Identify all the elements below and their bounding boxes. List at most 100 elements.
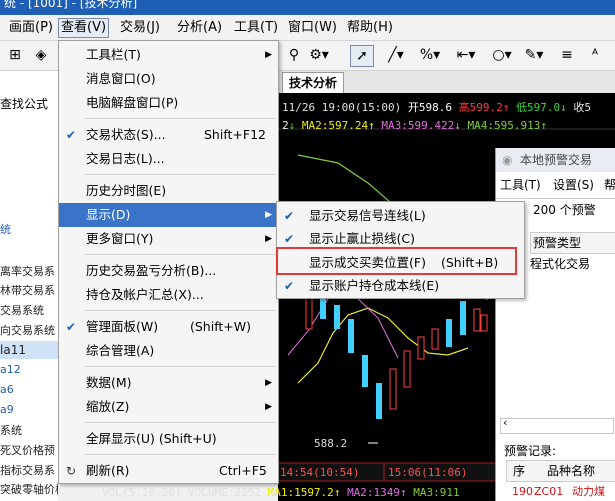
app-icon: ◉	[502, 153, 513, 167]
menu-trade[interactable]: 交易(J)	[118, 19, 162, 37]
menu-item-refresh[interactable]: ↻ 刷新(R) Ctrl+F5	[59, 459, 278, 483]
list-item[interactable]: 死叉价格预	[0, 442, 58, 458]
col-alert-type[interactable]: 预警类型	[533, 233, 581, 253]
layout-icon[interactable]: ⊞	[4, 45, 26, 65]
col-name[interactable]: 品种名称	[547, 461, 595, 481]
menu-tools[interactable]: 工具(T)	[232, 19, 280, 37]
check-icon: ✔	[284, 279, 295, 293]
table-row[interactable]: 程式化交易	[530, 255, 590, 273]
fib-icon[interactable]: ≡	[556, 45, 578, 65]
table-row[interactable]: 190 ZC01 动力煤	[506, 483, 615, 501]
abc-icon[interactable]: ᴬ	[584, 45, 606, 65]
candle	[334, 305, 340, 329]
col-seq[interactable]: 序	[513, 461, 525, 481]
volume-value: VOL(5,10,20) VOLUME:2252	[102, 486, 261, 499]
alert-window-title: 本地预警交易	[520, 153, 593, 167]
cursor-icon[interactable]: ➚	[350, 45, 374, 67]
candle	[403, 350, 411, 388]
line-draw-icon[interactable]: ╱▾	[382, 45, 410, 65]
menu-screen[interactable]: 画面(P)	[7, 19, 55, 37]
list-item[interactable]: a9	[0, 403, 58, 416]
menu-item-history-chart[interactable]: 历史分时图(E)	[59, 179, 278, 203]
menu-item-position-summary[interactable]: 持仓及帐户汇总(X)...	[59, 283, 278, 307]
menu-item-analysis-window[interactable]: 电脑解盘窗口(P)	[59, 91, 278, 115]
list-item[interactable]: 向交易系统	[0, 322, 58, 338]
bar-date: 11/26 19:00(15:00)	[282, 101, 402, 114]
menu-item-pnl-analysis[interactable]: 历史交易盈亏分析(B)...	[59, 259, 278, 283]
menu-item-data[interactable]: 数据(M) ▶	[59, 371, 278, 395]
ma3-value: MA3:599.422	[381, 119, 455, 132]
menu-item-fullscreen[interactable]: 全屏显示(U) (Shift+U)	[59, 427, 278, 451]
alert-records-label: 预警记录:	[504, 444, 557, 458]
check-icon: ✔	[66, 320, 77, 334]
list-item[interactable]: 林带交易系	[0, 282, 58, 298]
gear-icon[interactable]: ⚙▾	[306, 45, 332, 65]
menu-item-trade-log[interactable]: 交易日志(L)...	[59, 147, 278, 171]
shape-icon[interactable]: ○▾	[488, 45, 516, 65]
record-seq: 190	[512, 485, 533, 498]
menu-window[interactable]: 窗口(W)	[286, 19, 339, 37]
pen-icon[interactable]: ✎▾	[520, 45, 548, 65]
menu-item-trade-status[interactable]: ✔ 交易状态(S)... Shift+F12	[59, 123, 278, 147]
candle	[480, 314, 488, 332]
menu-item-display[interactable]: 显示(D) ▶	[59, 203, 278, 227]
ma-prefix: 2	[282, 119, 289, 132]
alert-window-titlebar[interactable]: ◉ 本地预警交易	[496, 148, 615, 172]
list-item[interactable]: 指标交易系	[0, 462, 58, 478]
percent-icon[interactable]: %▾	[416, 45, 444, 65]
menu-item-zoom[interactable]: 缩放(Z) ▶	[59, 395, 278, 419]
record-code: ZC01	[534, 485, 564, 498]
alert-menu-help[interactable]: 帮	[604, 176, 615, 194]
measure-icon[interactable]: ⇤▾	[452, 45, 480, 65]
vol-ma1: MA1:1597.2	[267, 486, 334, 499]
zoom-icon[interactable]: ⚲	[284, 45, 304, 65]
menu-bar: 画面(P) 查看(V) 交易(J) 分析(A) 工具(T) 窗口(W) 帮助(H…	[0, 15, 615, 41]
record-name: 动力煤	[572, 485, 605, 498]
list-item[interactable]: 统	[0, 221, 58, 237]
menu-item-toolbar[interactable]: 工具栏(T) ▶	[59, 43, 278, 67]
list-item[interactable]: 突破零轴价格	[0, 481, 58, 497]
vol-ma3: MA3:911	[413, 486, 460, 499]
open-value: 开598.6	[407, 101, 452, 114]
window-title: 统 - [1001] - [技术分析]	[4, 0, 138, 10]
menu-item-cost-line[interactable]: ✔ 显示账户持仓成本线(E)	[277, 274, 524, 298]
alert-scrollbar[interactable]: ‹	[500, 416, 614, 434]
find-formula-label[interactable]: 查找公式	[0, 94, 48, 114]
candle	[431, 328, 439, 350]
menu-item-more-windows[interactable]: 更多窗口(Y) ▶	[59, 227, 278, 251]
alert-menu-settings[interactable]: 设置(S)	[553, 176, 594, 194]
list-item[interactable]: 系统	[0, 422, 58, 438]
refresh-icon: ↻	[66, 464, 77, 478]
candle	[305, 294, 313, 330]
check-icon: ✔	[66, 128, 77, 142]
close-value: 收5	[573, 101, 591, 114]
candle	[460, 301, 466, 335]
candle	[417, 336, 425, 360]
view-menu: 工具栏(T) ▶ 消息窗口(O) 电脑解盘窗口(P) ✔ 交易状态(S)... S…	[58, 40, 279, 484]
list-item[interactable]: a6	[0, 383, 58, 396]
menu-analysis[interactable]: 分析(A)	[175, 19, 224, 37]
list-item[interactable]: 离率交易系	[0, 263, 58, 279]
alert-type-cell: 程式化交易	[530, 257, 591, 271]
records-header: 序 品种名称	[506, 460, 615, 482]
time-left-label: 14:54(10:54)	[280, 466, 359, 479]
list-item[interactable]: a12	[0, 363, 58, 376]
title-bar: 统 - [1001] - [技术分析]	[0, 0, 615, 15]
list-item[interactable]: la11	[0, 341, 58, 359]
menu-item-integrated-management[interactable]: 综合管理(A)	[59, 339, 278, 363]
alert-icon[interactable]: ◈	[30, 45, 52, 65]
menu-help[interactable]: 帮助(H)	[345, 19, 395, 37]
list-item[interactable]: 交易系统	[0, 302, 58, 318]
candle	[376, 383, 382, 419]
menu-item-message-window[interactable]: 消息窗口(O)	[59, 67, 278, 91]
alert-menu-tools[interactable]: 工具(T)	[500, 176, 541, 194]
menu-item-management-panel[interactable]: ✔ 管理面板(W) (Shift+W)	[59, 315, 278, 339]
tab-technical-analysis[interactable]: 技术分析	[282, 72, 345, 94]
candle	[446, 319, 452, 347]
candle	[473, 308, 481, 332]
menu-view[interactable]: 查看(V)	[58, 18, 110, 38]
ma-yellow-line	[297, 307, 469, 384]
high-value: 高599.2	[458, 101, 503, 114]
menu-item-signal-lines[interactable]: ✔ 显示交易信号连线(L)	[277, 204, 524, 228]
ma-line: 2↓ MA2:597.24↑ MA3:599.422↓ MA4:595.913↑	[282, 119, 547, 132]
